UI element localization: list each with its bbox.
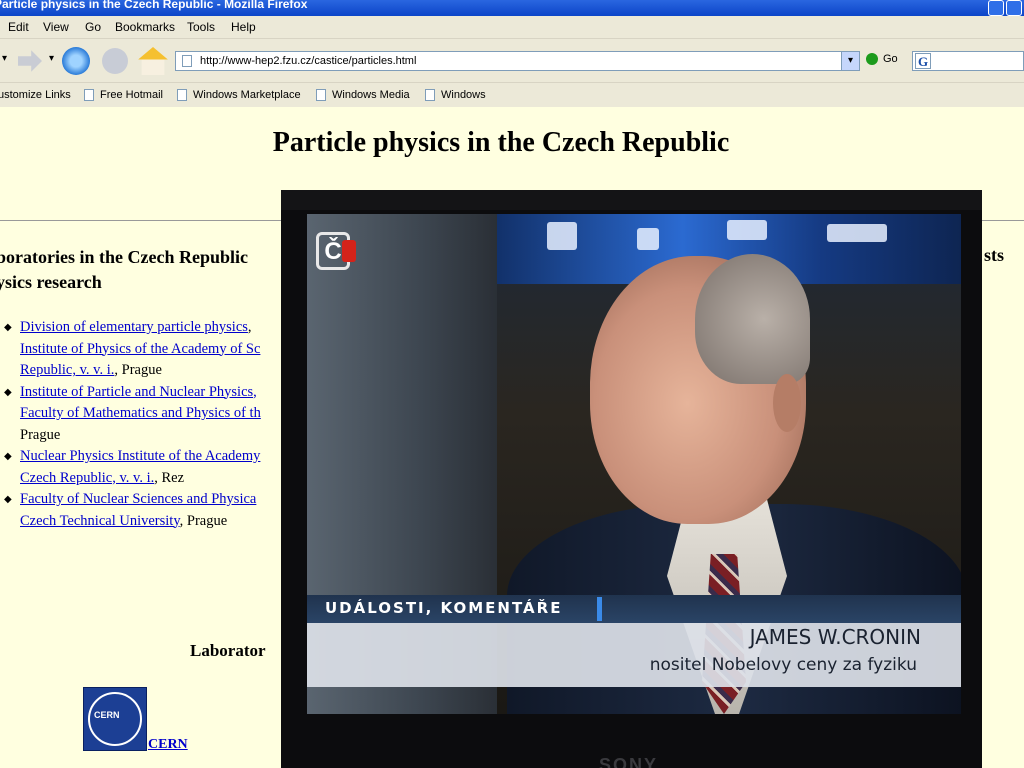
address-bar[interactable]: http://www-hep2.fzu.cz/castice/particles… [175,51,860,71]
menu-go[interactable]: Go [85,16,101,38]
link-windows-media[interactable]: Windows Media [316,83,410,107]
bullet-icon: ◆ [4,386,12,398]
cern-logo-icon[interactable]: CERN [83,687,147,751]
person-hair [695,254,810,384]
ct1-channel-logo-icon: Č [316,232,360,272]
lab-location: , Rez [154,469,185,486]
person-ear [773,374,801,432]
list-item: ◆ Division of elementary particle physic… [0,317,261,382]
lab-link[interactable]: Faculty of Mathematics and Physics of th [20,405,261,421]
address-dropdown-icon[interactable]: ▾ [841,52,859,70]
lab-text: , [247,319,252,335]
link-label: Windows Marketplace [193,89,301,101]
lab-link[interactable]: Czech Technical University [20,513,180,529]
tv-brand-logo: SONY [599,755,659,768]
menu-bookmarks[interactable]: Bookmarks [115,16,175,38]
tv-top-bezel [281,190,982,210]
lab-location: , Prague [179,512,228,529]
link-windows-marketplace[interactable]: Windows Marketplace [177,83,301,107]
right-column-heading-fragment: sts [984,245,1005,265]
go-icon [866,53,878,66]
bullet-icon: ◆ [4,494,12,505]
ct1-logo-mark [342,240,356,262]
link-label: Windows [441,89,486,101]
back-dropdown-icon[interactable]: ▾ [2,53,7,64]
bullet-icon: ◆ [4,451,12,462]
cern-link[interactable]: CERN [148,737,188,753]
name-caption-band: JAMES W.CRONIN nositel Nobelovy ceny za … [307,623,961,687]
google-search-icon[interactable]: G [915,53,931,69]
second-section-heading: Laborator [190,641,266,660]
menu-tools[interactable]: Tools [187,16,215,38]
menu-help[interactable]: Help [231,16,256,38]
link-customize-links[interactable]: ustomize Links [0,83,71,107]
lab-link[interactable]: Nuclear Physics Institute of the Academy [20,448,260,464]
navigation-toolbar: ▾ ▾ http://www-hep2.fzu.cz/castice/parti… [0,38,1024,83]
bullet-icon: ◆ [4,322,12,333]
menu-bar: Edit View Go Bookmarks Tools Help [0,16,1024,38]
address-input[interactable]: http://www-hep2.fzu.cz/castice/particles… [200,52,416,70]
bookmark-page-icon [177,89,187,102]
studio-light [827,224,887,242]
list-item: ◆ Institute of Particle and Nuclear Phys… [0,382,261,447]
bookmark-page-icon [316,89,326,102]
bookmark-page-icon [425,89,435,102]
studio-light [547,222,577,250]
section-heading-line2: ysics research [0,272,102,292]
menu-view[interactable]: View [43,16,69,38]
forward-icon[interactable] [18,50,42,72]
section-heading-line1: boratories in the Czech Republic [0,247,248,267]
program-band: UDÁLOSTI, KOMENTÁŘE [307,595,961,623]
person-caption: nositel Nobelovy ceny za fyziku [649,655,917,675]
lab-location: , Prague [114,362,162,378]
stop-icon[interactable] [102,48,128,74]
lab-link[interactable]: Division of elementary particle physics [20,319,248,335]
window-title: Particle physics in the Czech Republic -… [0,0,308,11]
person-name: JAMES W.CRONIN [749,625,921,649]
search-box[interactable]: G [912,51,1024,71]
forward-dropdown-icon[interactable]: ▾ [49,53,54,64]
laboratory-list: ◆ Division of elementary particle physic… [0,317,261,532]
section-heading: boratories in the Czech Republic ysics r… [0,245,248,295]
link-label: Windows Media [332,89,410,101]
go-label: Go [883,53,898,65]
lab-link[interactable]: Institute of Particle and Nuclear Physic… [20,384,257,400]
lab-location: Prague [20,426,61,443]
links-toolbar: ustomize Links Free Hotmail Windows Mark… [0,82,1024,108]
list-item: ◆ Nuclear Physics Institute of the Acade… [0,446,261,489]
link-free-hotmail[interactable]: Free Hotmail [84,83,163,107]
tv-photo: Č UDÁLOSTI, KOMENTÁŘE JAMES W.CRONIN nos… [281,190,982,768]
list-item: ◆ Faculty of Nuclear Sciences and Physic… [0,489,261,532]
program-band-accent [597,597,602,621]
window-titlebar: Particle physics in the Czech Republic -… [0,0,1024,16]
menu-edit[interactable]: Edit [8,16,29,38]
reload-icon[interactable] [62,47,90,75]
minimize-button[interactable] [988,0,1004,16]
lab-link[interactable]: Czech Republic, v. v. i. [20,470,154,486]
bookmark-page-icon [84,89,94,102]
lab-link[interactable]: Faculty of Nuclear Sciences and Physica [20,491,256,507]
cern-logo-text: CERN [94,710,120,720]
tv-screen: Č UDÁLOSTI, KOMENTÁŘE JAMES W.CRONIN nos… [307,214,961,714]
lab-link[interactable]: Institute of Physics of the Academy of S… [20,341,260,357]
go-button[interactable]: Go [866,53,898,66]
studio-light [727,220,767,240]
maximize-button[interactable] [1006,0,1022,16]
lab-link[interactable]: Republic, v. v. i. [20,362,114,378]
link-label: Free Hotmail [100,89,163,101]
page-icon [182,55,192,67]
home-icon[interactable] [138,47,168,75]
studio-light [637,228,659,250]
program-title: UDÁLOSTI, KOMENTÁŘE [325,599,563,617]
link-windows[interactable]: Windows [425,83,486,107]
page-title: Particle physics in the Czech Republic [272,127,730,158]
